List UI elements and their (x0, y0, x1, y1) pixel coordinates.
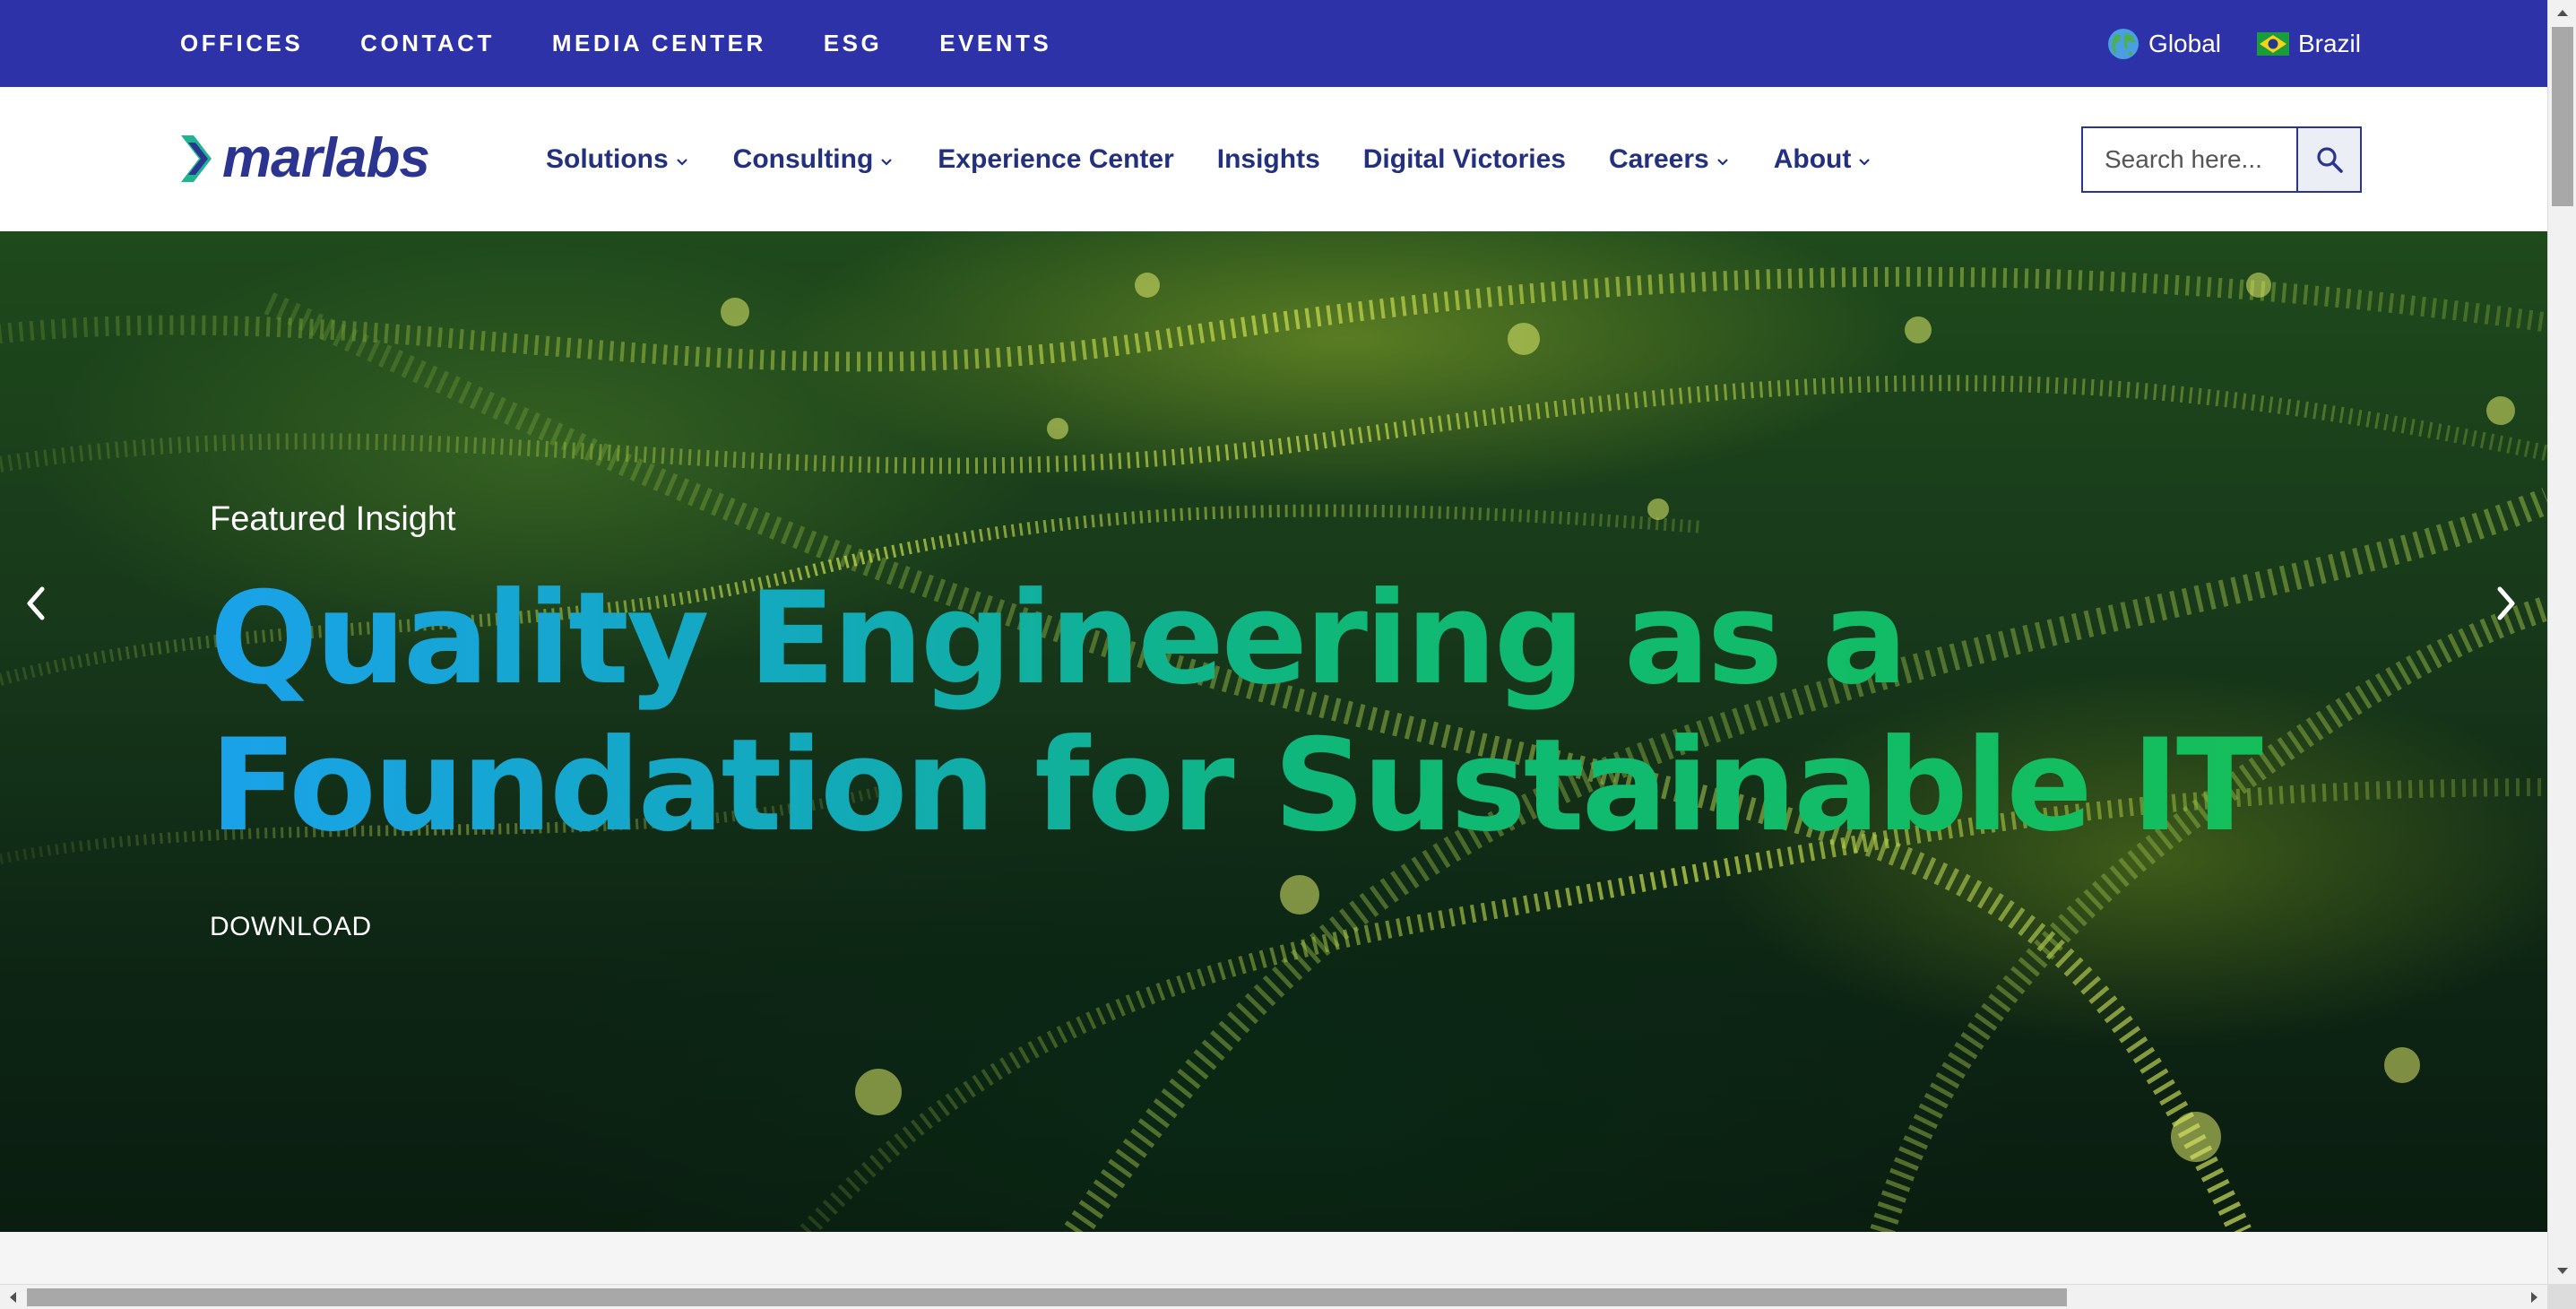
nav-digital-victories-label: Digital Victories (1362, 143, 1566, 174)
utility-nav: OFFICES CONTACT MEDIA CENTER ESG EVENTS (180, 0, 1109, 87)
nav-digital-victories[interactable]: Digital Victories (1363, 144, 1566, 175)
chevron-left-icon (27, 586, 45, 620)
util-link-events[interactable]: EVENTS (939, 30, 1051, 57)
logo-chevron-icon (181, 135, 212, 182)
chevron-right-icon (2497, 586, 2515, 620)
scroll-left-arrow-icon[interactable] (0, 1285, 25, 1309)
chevron-down-icon (1716, 158, 1728, 166)
chevron-down-icon (676, 158, 687, 166)
util-link-esg[interactable]: ESG (824, 30, 882, 57)
nav-careers-label: Careers (1608, 143, 1709, 174)
nav-insights-label: Insights (1216, 143, 1320, 174)
chevron-down-icon (881, 158, 893, 166)
scroll-up-arrow-icon[interactable] (2548, 0, 2576, 25)
region-brazil[interactable]: Brazil (2256, 29, 2361, 58)
hero-banner: Featured Insight Quality Engineering as … (0, 231, 2547, 1232)
utility-bar: OFFICES CONTACT MEDIA CENTER ESG EVENTS … (0, 0, 2547, 87)
chevron-down-icon (1859, 158, 1871, 166)
marlabs-logo[interactable]: marlabs (179, 127, 430, 190)
region-selector: Global Brazil (2107, 0, 2361, 87)
horizontal-scrollbar-thumb[interactable] (27, 1288, 2067, 1306)
brazil-flag-icon (2256, 31, 2289, 56)
main-header: marlabs Solutions Consulting Experience … (0, 87, 2547, 231)
carousel-prev-button[interactable] (16, 576, 56, 630)
search-button[interactable] (2296, 128, 2360, 191)
util-link-contact[interactable]: CONTACT (360, 30, 495, 57)
hero-content: Featured Insight Quality Engineering as … (210, 500, 2271, 942)
carousel-next-button[interactable] (2486, 576, 2526, 630)
scrollbar-corner (2547, 1284, 2576, 1309)
nav-about-label: About (1773, 143, 1852, 174)
util-link-media-center[interactable]: MEDIA CENTER (552, 30, 766, 57)
vertical-scrollbar-thumb[interactable] (2552, 27, 2573, 206)
main-nav: Solutions Consulting Experience Center I… (546, 87, 1915, 231)
vertical-scrollbar[interactable] (2547, 0, 2576, 1284)
nav-solutions-label: Solutions (546, 143, 669, 174)
search-input[interactable] (2083, 128, 2296, 191)
nav-careers[interactable]: Careers (1609, 144, 1731, 175)
region-global-label: Global (2148, 29, 2221, 57)
nav-insights[interactable]: Insights (1217, 144, 1320, 175)
hero-headline-line-1: Quality Engineering as a (210, 565, 1906, 713)
download-button[interactable]: DOWNLOAD (210, 912, 372, 942)
region-brazil-label: Brazil (2297, 29, 2361, 57)
scroll-right-arrow-icon[interactable] (2522, 1285, 2547, 1309)
search-box (2081, 126, 2362, 193)
nav-consulting-label: Consulting (732, 143, 874, 174)
hero-headline: Quality Engineering as a Foundation for … (210, 566, 2271, 860)
util-link-offices[interactable]: OFFICES (180, 30, 303, 57)
scroll-down-arrow-icon[interactable] (2548, 1259, 2576, 1284)
hero-headline-line-2: Foundation for Sustainable IT (210, 712, 2260, 860)
horizontal-scrollbar[interactable] (0, 1284, 2547, 1309)
nav-consulting[interactable]: Consulting (733, 144, 895, 175)
hero-eyebrow: Featured Insight (210, 500, 456, 538)
region-global[interactable]: Global (2107, 28, 2221, 60)
globe-icon (2108, 28, 2139, 59)
logo-text: marlabs (222, 127, 430, 189)
nav-solutions[interactable]: Solutions (546, 144, 690, 175)
page-content-area (0, 1232, 2547, 1284)
nav-experience-center-label: Experience Center (938, 143, 1174, 174)
nav-about[interactable]: About (1774, 144, 1873, 175)
search-icon (2316, 147, 2343, 173)
nav-experience-center[interactable]: Experience Center (938, 144, 1173, 175)
